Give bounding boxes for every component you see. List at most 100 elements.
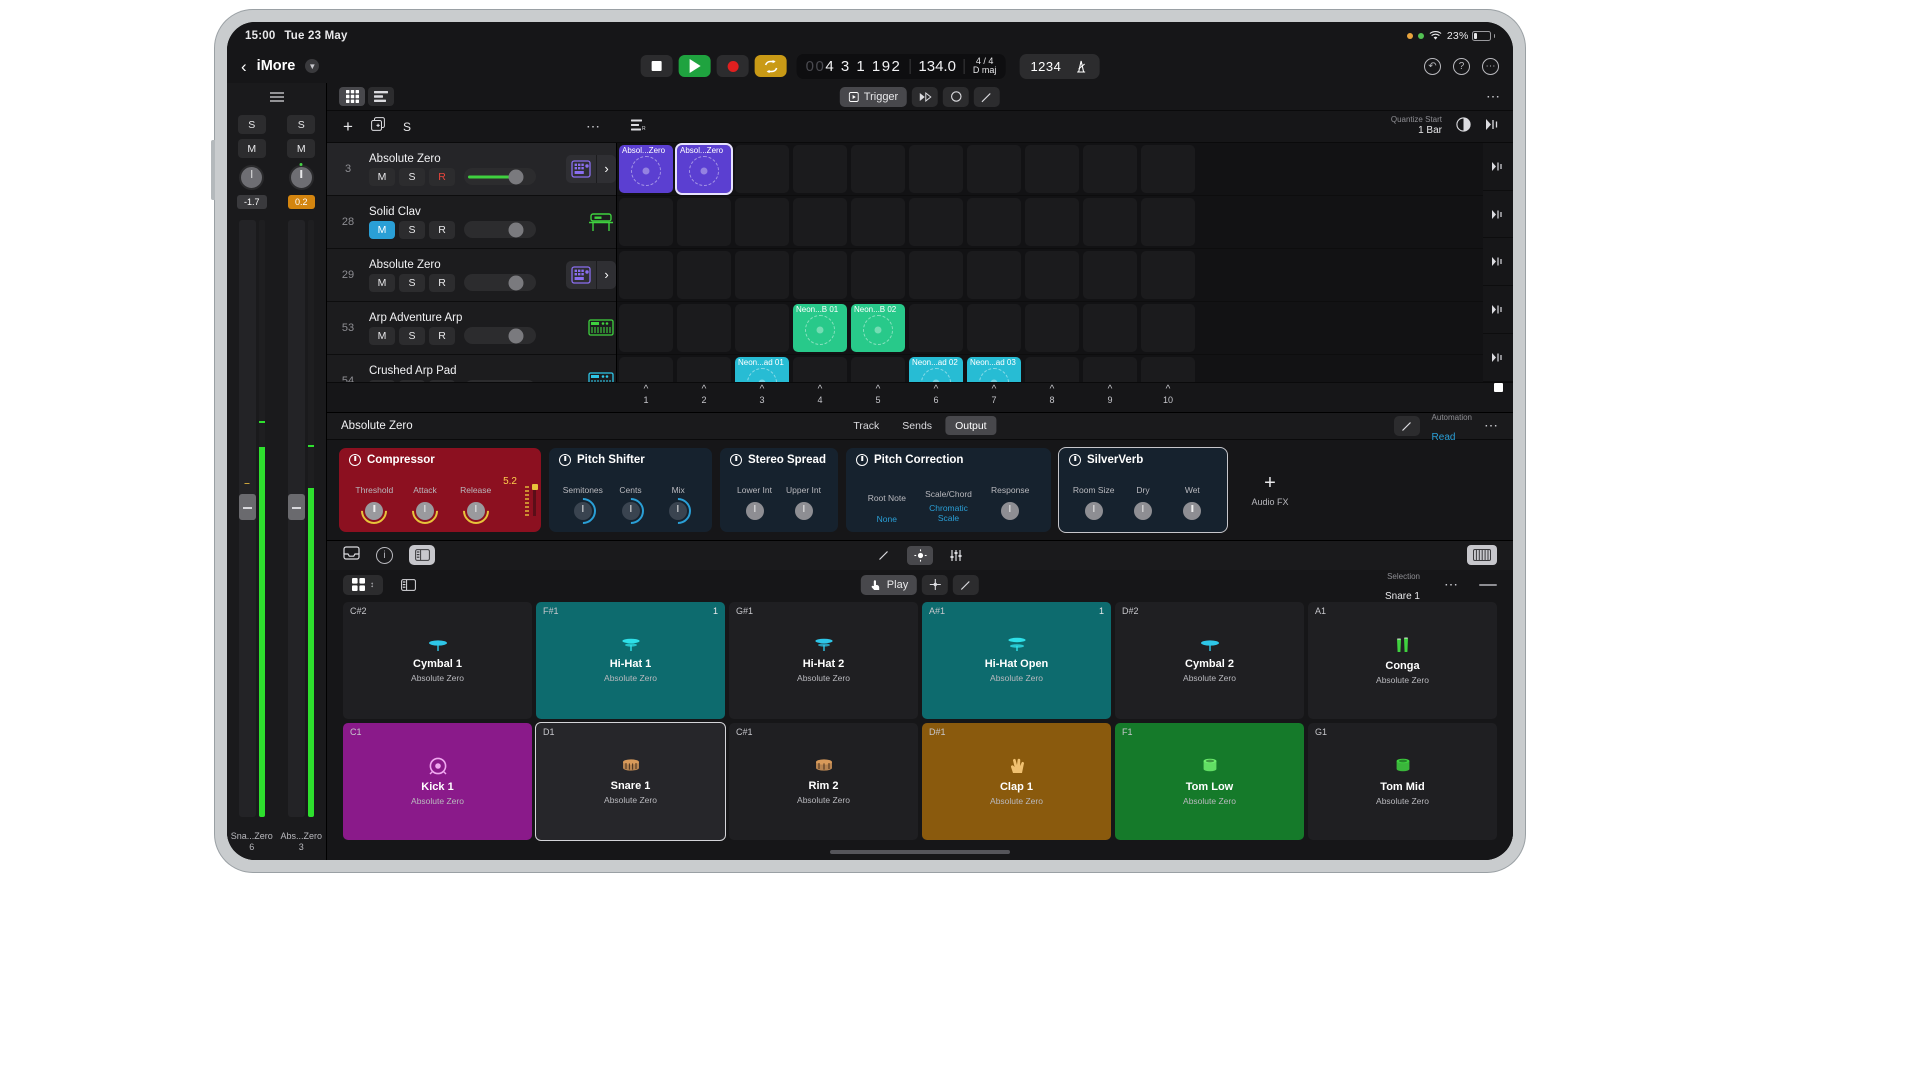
strip-pan-knob[interactable] <box>289 165 314 190</box>
dry-knob[interactable] <box>1130 498 1156 524</box>
plugin-silververb[interactable]: SilverVerb Room Size Dry Wet <box>1059 448 1227 532</box>
strip-solo-button[interactable]: S <box>287 115 315 134</box>
clip-cell-empty[interactable] <box>909 145 963 193</box>
scene-trigger[interactable]: ^8 <box>1025 383 1079 405</box>
clip-cell-empty[interactable] <box>735 251 789 299</box>
attack-knob[interactable] <box>412 498 438 524</box>
track-mute-button[interactable]: M <box>369 221 395 239</box>
count-in-button[interactable]: 1234 <box>1030 59 1061 74</box>
power-icon[interactable] <box>730 454 742 466</box>
panel-layout-icon[interactable] <box>395 575 421 595</box>
clip-cell-empty[interactable] <box>677 304 731 352</box>
track-solo-button[interactable]: S <box>399 274 425 292</box>
clip-cell-empty[interactable] <box>793 145 847 193</box>
drum-pad[interactable]: C#1Rim 2Absolute Zero <box>729 723 918 840</box>
solo-all-button[interactable]: S <box>403 120 411 134</box>
clip-cell-filled[interactable]: Neon...ad 02 <box>909 357 963 382</box>
wet-knob[interactable] <box>1179 498 1205 524</box>
clip-cell-empty[interactable] <box>619 198 673 246</box>
pad-more-icon[interactable]: ⋯ <box>1444 576 1459 593</box>
volume-fader[interactable] <box>288 220 305 817</box>
makeup-fader[interactable] <box>533 484 536 516</box>
brightness-icon[interactable] <box>907 546 933 565</box>
metronome-icon[interactable] <box>1073 59 1088 74</box>
track-solo-button[interactable]: S <box>399 168 425 186</box>
scene-trigger[interactable]: ^3 <box>735 383 789 405</box>
track-volume-slider[interactable] <box>464 380 536 382</box>
more-circle-icon[interactable]: ⋯ <box>1482 58 1499 75</box>
volume-fader[interactable] <box>239 220 256 817</box>
clip-cell-empty[interactable] <box>967 145 1021 193</box>
play-step-icon[interactable] <box>912 87 938 107</box>
clip-cell-empty[interactable] <box>677 251 731 299</box>
clip-cell-empty[interactable] <box>1083 304 1137 352</box>
help-icon[interactable]: ? <box>1453 58 1470 75</box>
clip-cell-empty[interactable] <box>1083 198 1137 246</box>
scene-trigger[interactable]: ^7 <box>967 383 1021 405</box>
track-stop-button[interactable] <box>1483 238 1513 286</box>
track-more-icon[interactable]: ⋯ <box>586 118 601 135</box>
root-note-value[interactable]: None <box>877 514 897 524</box>
list-view-icon[interactable] <box>368 87 394 106</box>
track-solo-button[interactable]: S <box>399 221 425 239</box>
grid-view-icon[interactable] <box>339 87 365 106</box>
track-mute-button[interactable]: M <box>369 168 395 186</box>
room-size-knob[interactable] <box>1081 498 1107 524</box>
scene-trigger[interactable]: ^1 <box>619 383 673 405</box>
clip-cell-empty[interactable] <box>1083 145 1137 193</box>
track-volume-slider[interactable] <box>464 221 536 238</box>
strip-solo-button[interactable]: S <box>238 115 266 134</box>
record-button[interactable] <box>717 55 749 77</box>
play-mode-button[interactable]: Play <box>861 575 917 595</box>
scene-trigger[interactable]: ^6 <box>909 383 963 405</box>
cents-knob[interactable] <box>618 498 644 524</box>
drum-pad[interactable]: D1Snare 1Absolute Zero <box>536 723 725 840</box>
track-stop-button[interactable] <box>1483 334 1513 382</box>
scene-trigger[interactable]: ^5 <box>851 383 905 405</box>
clip-cell-empty[interactable] <box>1141 251 1195 299</box>
strip-pan-knob[interactable] <box>239 165 264 190</box>
pencil-icon[interactable] <box>974 87 1000 107</box>
semitones-knob[interactable] <box>570 498 596 524</box>
clip-cell-empty[interactable] <box>851 145 905 193</box>
track-row[interactable]: 53 Arp Adventure Arp M S R <box>327 302 616 355</box>
lower-int-knob[interactable] <box>742 498 768 524</box>
clip-cell-empty[interactable] <box>677 198 731 246</box>
clip-cell-empty[interactable] <box>967 198 1021 246</box>
tab-sends[interactable]: Sends <box>892 416 942 435</box>
quantize-start[interactable]: Quantize Start 1 Bar <box>1391 115 1442 138</box>
mix-knob[interactable] <box>665 498 691 524</box>
project-menu-chevron-down-icon[interactable]: ▼ <box>305 59 319 73</box>
clip-cell-empty[interactable] <box>677 357 731 382</box>
clip-cell-empty[interactable] <box>1025 304 1079 352</box>
drum-pad[interactable]: F#11Hi-Hat 1Absolute Zero <box>536 602 725 719</box>
synth-icon[interactable] <box>586 367 616 382</box>
drum-pad[interactable]: A1CongaAbsolute Zero <box>1308 602 1497 719</box>
duplicate-icon[interactable] <box>371 117 385 136</box>
power-icon[interactable] <box>559 454 571 466</box>
fx-more-icon[interactable]: ⋯ <box>1484 417 1499 434</box>
add-audio-fx-button[interactable]: + Audio FX <box>1235 448 1305 532</box>
response-knob[interactable] <box>997 498 1023 524</box>
sliders-icon[interactable] <box>943 545 969 565</box>
clip-cell-empty[interactable] <box>619 251 673 299</box>
clip-cell-filled[interactable]: Neon...ad 03 <box>967 357 1021 382</box>
scene-trigger[interactable]: ^2 <box>677 383 731 405</box>
track-row[interactable]: 28 Solid Clav M S R <box>327 196 616 249</box>
clip-cell-empty[interactable] <box>851 198 905 246</box>
clip-cell-filled[interactable]: Neon...ad 01 <box>735 357 789 382</box>
pencil-icon[interactable] <box>1394 416 1420 436</box>
power-icon[interactable] <box>1069 454 1081 466</box>
panel-layout-icon[interactable] <box>409 545 435 565</box>
track-solo-button[interactable]: S <box>399 327 425 345</box>
tab-output[interactable]: Output <box>945 416 997 435</box>
strip-mute-button[interactable]: M <box>238 139 266 158</box>
clip-cell-empty[interactable] <box>967 251 1021 299</box>
drum-pad[interactable]: G#1Hi-Hat 2Absolute Zero <box>729 602 918 719</box>
clip-cell-empty[interactable] <box>1141 357 1195 382</box>
drag-handle-icon[interactable] <box>1479 584 1497 586</box>
clip-cell-empty[interactable] <box>967 304 1021 352</box>
clip-cell-filled[interactable]: Absol...Zero <box>677 145 731 193</box>
scene-trigger[interactable]: ^9 <box>1083 383 1137 405</box>
upper-int-knob[interactable] <box>791 498 817 524</box>
